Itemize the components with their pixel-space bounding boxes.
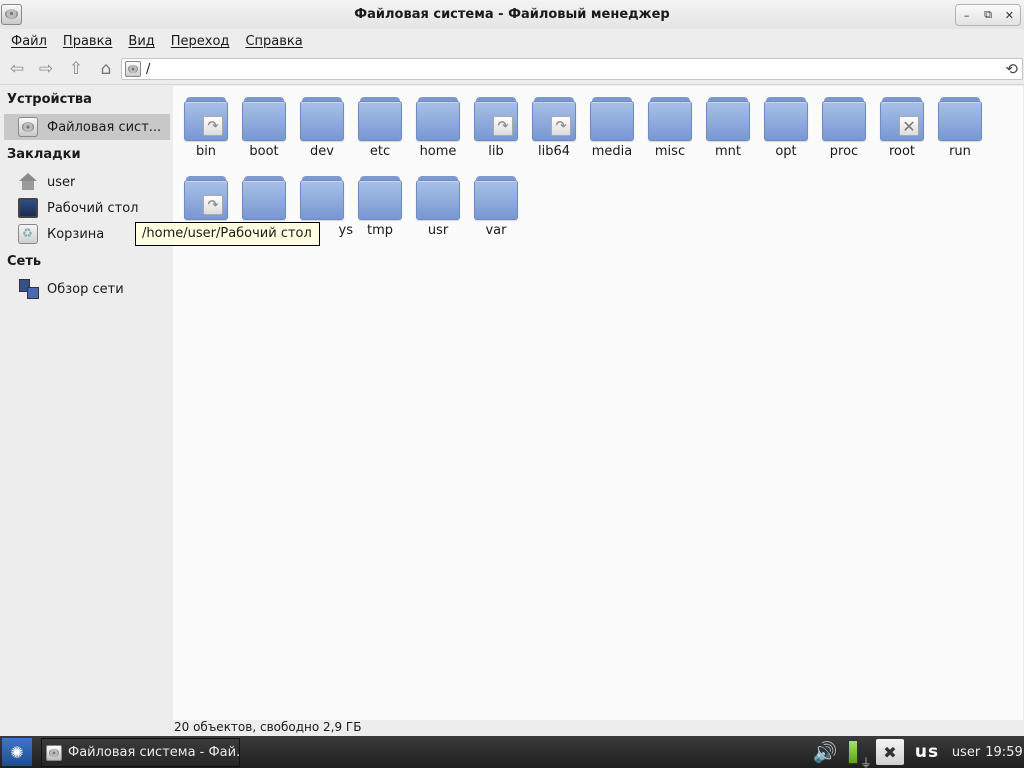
- location-path[interactable]: /: [146, 62, 150, 77]
- folder-icon: [300, 97, 344, 141]
- menu-help[interactable]: Справка: [237, 34, 310, 49]
- sidebar-item-label: Корзина: [47, 226, 105, 242]
- folder-item[interactable]: etc: [351, 86, 409, 159]
- taskbar: ✺ Файловая система - Фай... 🔊 ⏚ ✖ us use…: [0, 736, 1024, 768]
- menu-bar: Файл Правка Вид Переход Справка: [0, 29, 1024, 53]
- folder-icon: [648, 97, 692, 141]
- folder-icon: [938, 97, 982, 141]
- folder-label: var: [485, 223, 507, 238]
- folder-icon: [358, 97, 402, 141]
- user-label[interactable]: user: [948, 736, 984, 768]
- volume-icon[interactable]: 🔊: [812, 736, 838, 768]
- symlink-emblem-icon: ↷: [493, 116, 513, 136]
- menu-file[interactable]: Файл: [3, 34, 55, 49]
- folder-item[interactable]: ↷ lib64: [525, 86, 583, 159]
- sidebar-item-desktop[interactable]: Рабочий стол: [4, 195, 170, 221]
- keyboard-layout-indicator[interactable]: us: [909, 736, 945, 768]
- home-icon: [18, 172, 38, 192]
- maximize-button[interactable]: ⧉: [977, 5, 998, 25]
- folder-item[interactable]: ✕ root: [873, 86, 931, 159]
- folder-item[interactable]: run: [931, 86, 989, 159]
- sidebar-item-user[interactable]: user: [4, 169, 170, 195]
- window-title: Файловая система - Файловый менеджер: [354, 7, 670, 22]
- power-plug-icon: ⏚: [859, 755, 872, 768]
- status-text: 20 объектов, свободно 2,9 ГБ: [174, 720, 362, 734]
- folder-item[interactable]: ↷ lib: [467, 86, 525, 159]
- sidebar-item-browse-network[interactable]: Обзор сети: [4, 276, 170, 302]
- tooltip: /home/user/Рабочий стол: [135, 222, 320, 246]
- folder-label: run: [949, 144, 971, 159]
- file-manager-icon: [46, 744, 62, 761]
- folder-icon: [242, 176, 286, 220]
- forward-arrow-icon[interactable]: ⇨: [36, 59, 56, 79]
- sidebar-item-filesystem[interactable]: Файловая сист...: [4, 114, 170, 140]
- symlink-emblem-icon: ↷: [203, 195, 223, 215]
- folder-icon: [242, 97, 286, 141]
- folder-icon: [590, 97, 634, 141]
- folder-item[interactable]: home: [409, 86, 467, 159]
- location-bar[interactable]: / ⟲: [121, 58, 1023, 80]
- folder-item[interactable]: var: [467, 165, 525, 238]
- folder-item[interactable]: dev: [293, 86, 351, 159]
- network-status-icon[interactable]: ✖: [876, 739, 904, 765]
- minimize-button[interactable]: –: [956, 5, 977, 25]
- menu-go[interactable]: Переход: [163, 34, 238, 49]
- taskbar-window-label: Файловая система - Фай...: [68, 745, 239, 760]
- reload-icon[interactable]: ⟲: [1005, 60, 1018, 78]
- trash-icon: [18, 224, 38, 244]
- folder-icon: [300, 176, 344, 220]
- taskbar-window-button[interactable]: Файловая система - Фай...: [41, 738, 240, 767]
- network-icon: [18, 279, 39, 299]
- close-button[interactable]: ✕: [999, 5, 1020, 25]
- folder-item[interactable]: misc: [641, 86, 699, 159]
- sidebar-header-network: Сеть: [7, 254, 42, 269]
- folder-item[interactable]: opt: [757, 86, 815, 159]
- sidebar: Устройства Файловая сист... Закладки use…: [0, 86, 172, 720]
- symlink-emblem-icon: ↷: [551, 116, 571, 136]
- folder-item[interactable]: usr: [409, 165, 467, 238]
- folder-icon: [706, 97, 750, 141]
- folder-icon: [358, 176, 402, 220]
- folder-item[interactable]: mnt: [699, 86, 757, 159]
- menu-view[interactable]: Вид: [120, 34, 162, 49]
- clock[interactable]: 19:59: [984, 736, 1024, 768]
- window-controls: – ⧉ ✕: [955, 4, 1021, 26]
- sidebar-item-label: Обзор сети: [47, 281, 124, 297]
- disk-icon: [18, 117, 38, 137]
- folder-icon: [474, 176, 518, 220]
- sidebar-header-devices: Устройства: [7, 92, 92, 107]
- file-view[interactable]: ↷ bin boot dev etc home ↷ lib ↷ lib64 me…: [173, 86, 1023, 720]
- home-icon[interactable]: ⌂: [96, 59, 116, 79]
- folder-item[interactable]: proc: [815, 86, 873, 159]
- sidebar-item-label: Файловая сист...: [47, 119, 162, 135]
- folder-item[interactable]: tmp: [351, 165, 409, 238]
- sidebar-item-label: user: [47, 174, 76, 190]
- start-menu-icon[interactable]: ✺: [2, 738, 32, 766]
- back-arrow-icon[interactable]: ⇦: [7, 59, 27, 79]
- status-bar: 20 объектов, свободно 2,9 ГБ: [0, 720, 1024, 736]
- desktop-icon: [18, 198, 38, 218]
- folder-icon: [822, 97, 866, 141]
- up-arrow-icon[interactable]: ⇧: [66, 59, 86, 79]
- menu-edit[interactable]: Правка: [55, 34, 120, 49]
- folder-item[interactable]: boot: [235, 86, 293, 159]
- folder-icon: [416, 97, 460, 141]
- folder-icon: [416, 176, 460, 220]
- folder-icon: [764, 97, 808, 141]
- sidebar-item-label: Рабочий стол: [47, 200, 139, 216]
- folder-item[interactable]: ↷ bin: [177, 86, 235, 159]
- symlink-emblem-icon: ↷: [203, 116, 223, 136]
- no-access-emblem-icon: ✕: [899, 116, 919, 136]
- folder-item[interactable]: media: [583, 86, 641, 159]
- disk-icon: [125, 61, 141, 77]
- title-bar: Файловая система - Файловый менеджер – ⧉…: [0, 0, 1024, 29]
- sidebar-header-bookmarks: Закладки: [7, 147, 81, 162]
